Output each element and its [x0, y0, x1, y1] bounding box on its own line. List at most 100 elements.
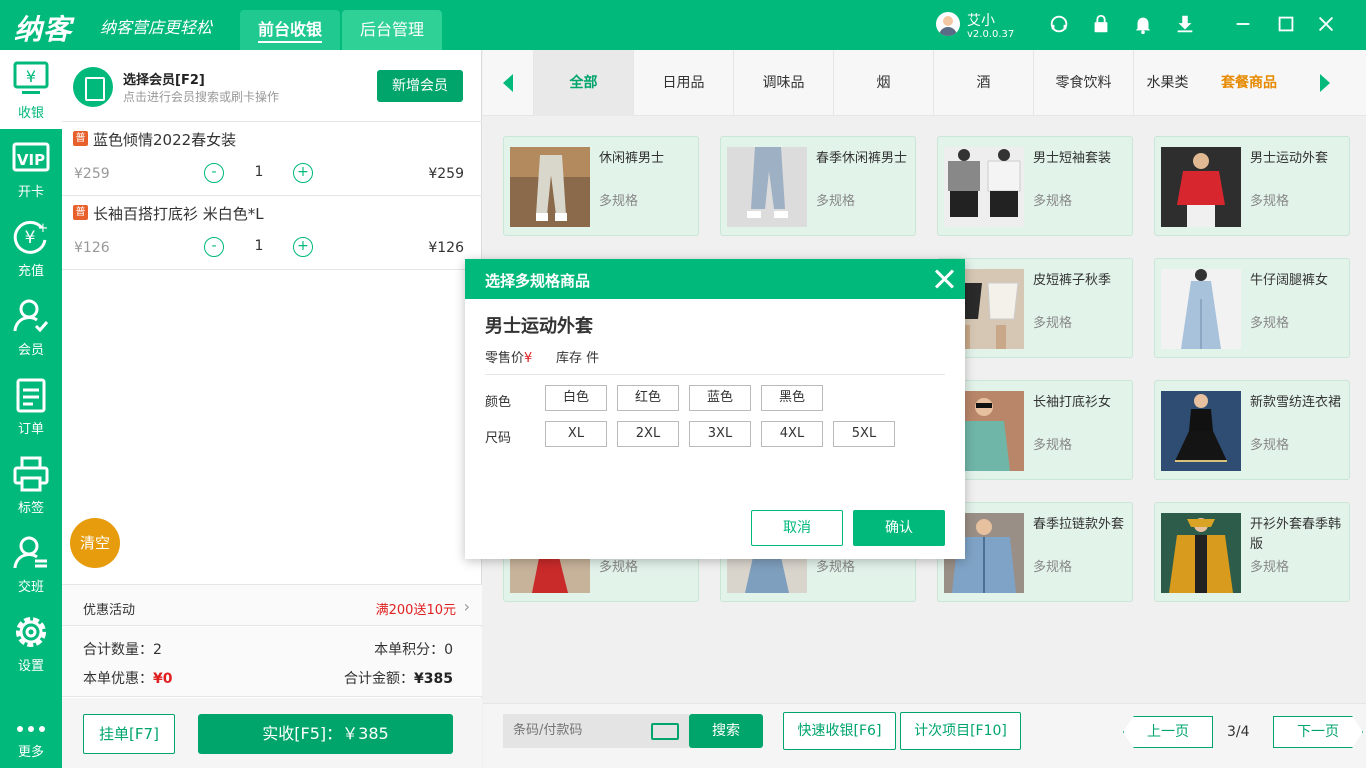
download-icon[interactable]: [1174, 13, 1196, 35]
sidebar-item-order[interactable]: 订单: [0, 366, 62, 445]
confirm-button[interactable]: 确认: [853, 510, 945, 546]
total-qty: 合计数量：2: [83, 639, 162, 659]
sidebar-item-label-print[interactable]: 标签: [0, 445, 62, 524]
sidebar-item-more[interactable]: 更多: [0, 689, 62, 768]
order-total: 合计金额：¥385: [344, 668, 453, 688]
size-option[interactable]: 4XL: [761, 421, 823, 447]
bell-icon[interactable]: [1132, 13, 1154, 35]
sidebar-item-settings[interactable]: 设置: [0, 603, 62, 682]
cart-item-qty: 1: [254, 164, 264, 180]
category-tab-combo[interactable]: 套餐商品: [1221, 50, 1277, 116]
product-name: 休闲裤男士: [599, 151, 665, 166]
increase-qty-button[interactable]: +: [293, 237, 313, 257]
hold-order-button[interactable]: 挂单[F7]: [83, 714, 175, 754]
product-name: 牛仔阔腿裤女: [1250, 273, 1329, 288]
sidebar-item-label: 收银: [17, 106, 44, 121]
sidebar-item-open-card[interactable]: VIP 开卡: [0, 129, 62, 208]
next-page-button[interactable]: 下一页: [1273, 716, 1363, 748]
minimize-icon[interactable]: [1232, 13, 1254, 35]
decrease-qty-button[interactable]: -: [204, 237, 224, 257]
pay-button[interactable]: 实收[F5]：￥385: [198, 714, 453, 754]
cart-item[interactable]: 普 蓝色倾情2022春女装 ¥259 - 1 + ¥259: [62, 122, 482, 196]
member-select[interactable]: 选择会员[F2] 点击进行会员搜索或刷卡操作 新增会员: [62, 50, 482, 122]
product-card[interactable]: 男士短袖套装 多规格: [937, 136, 1133, 236]
product-card[interactable]: 休闲裤男士 多规格: [503, 136, 699, 236]
category-tab[interactable]: 全部: [533, 50, 633, 116]
cancel-button[interactable]: 取消: [751, 510, 843, 546]
size-label: 尺码: [485, 431, 512, 446]
category-next-arrow-icon[interactable]: [1300, 50, 1350, 116]
size-option[interactable]: 5XL: [833, 421, 895, 447]
category-tab[interactable]: 水果类: [1133, 50, 1201, 116]
gear-icon: [16, 617, 46, 647]
sidebar-item-recharge[interactable]: ¥ + 充值: [0, 208, 62, 287]
size-option[interactable]: 2XL: [617, 421, 679, 447]
sidebar-item-label: 设置: [17, 659, 44, 674]
order-points: 本单积分：0: [374, 639, 453, 659]
cart-item[interactable]: 普 长袖百搭打底衫 米白色*L ¥126 - 1 + ¥126: [62, 196, 482, 270]
product-card[interactable]: 新款雪纺连衣裙 多规格: [1154, 380, 1350, 480]
tab-front-cashier[interactable]: 前台收银: [240, 10, 340, 50]
order-summary: 合计数量：2 本单积分：0 本单优惠：¥0 合计金额：¥385: [62, 627, 482, 697]
product-spec: 多规格: [599, 194, 639, 209]
product-spec: 多规格: [1250, 560, 1290, 575]
prev-page-button[interactable]: 上一页: [1123, 716, 1213, 748]
close-icon[interactable]: [933, 267, 957, 291]
maximize-icon[interactable]: [1275, 13, 1297, 35]
chevron-right-icon: ›: [463, 597, 470, 616]
product-card[interactable]: 牛仔阔腿裤女 多规格: [1154, 258, 1350, 358]
product-spec: 多规格: [1250, 316, 1290, 331]
close-icon[interactable]: [1315, 13, 1337, 35]
cart-panel: 选择会员[F2] 点击进行会员搜索或刷卡操作 新增会员 普 蓝色倾情2022春女…: [62, 50, 482, 768]
clear-cart-button[interactable]: 清空: [70, 518, 120, 568]
product-card[interactable]: 皮短裤子秋季 多规格: [937, 258, 1133, 358]
product-card[interactable]: 开衫外套春季韩版 多规格: [1154, 502, 1350, 602]
bottom-bar: 搜索 快速收银[F6] 计次项目[F10] 上一页 3/4 下一页: [483, 703, 1366, 768]
color-option[interactable]: 白色: [545, 385, 607, 411]
search-button[interactable]: 搜索: [689, 714, 763, 748]
decrease-qty-button[interactable]: -: [204, 163, 224, 183]
promo-row[interactable]: 优惠活动 满200送10元 ›: [62, 584, 482, 626]
barcode-input[interactable]: [513, 723, 643, 738]
quick-pay-button[interactable]: 快速收银[F6]: [783, 712, 896, 750]
category-tab[interactable]: 调味品: [733, 50, 833, 116]
lock-icon[interactable]: [1090, 13, 1112, 35]
barcode-field[interactable]: [503, 714, 689, 748]
product-card[interactable]: 春季拉链款外套 多规格: [937, 502, 1133, 602]
dialog-product-name: 男士运动外套: [485, 316, 593, 337]
sidebar-item-label: 会员: [17, 343, 44, 358]
cart-footer: 挂单[F7] 实收[F5]：￥385: [62, 698, 482, 768]
printer-icon: [13, 456, 49, 492]
keyboard-icon[interactable]: [651, 723, 679, 740]
product-name: 皮短裤子秋季: [1033, 273, 1112, 288]
category-tab[interactable]: 零食饮料: [1033, 50, 1133, 116]
category-tab[interactable]: 酒: [933, 50, 1033, 116]
count-items-button[interactable]: 计次项目[F10]: [900, 712, 1021, 750]
sidebar-item-cashier[interactable]: ¥ 收银: [0, 50, 62, 129]
stock-label: 库存 件: [556, 351, 600, 366]
product-name: 春季休闲裤男士: [816, 151, 908, 166]
product-card[interactable]: 春季休闲裤男士 多规格: [720, 136, 916, 236]
cart-item-price: ¥126: [74, 240, 110, 256]
category-prev-arrow-icon[interactable]: [483, 50, 533, 116]
category-tab[interactable]: 烟: [833, 50, 933, 116]
category-tab[interactable]: 日用品: [633, 50, 733, 116]
promo-label: 优惠活动: [83, 603, 136, 618]
add-member-button[interactable]: 新增会员: [377, 70, 463, 102]
color-option[interactable]: 红色: [617, 385, 679, 411]
sidebar-item-member[interactable]: 会员: [0, 287, 62, 366]
app-logo: 纳客: [14, 13, 73, 46]
color-option[interactable]: 蓝色: [689, 385, 751, 411]
product-card[interactable]: 长袖打底衫女 多规格: [937, 380, 1133, 480]
product-name: 男士运动外套: [1250, 151, 1329, 166]
product-card[interactable]: 男士运动外套 多规格: [1154, 136, 1350, 236]
color-label: 颜色: [485, 395, 512, 410]
increase-qty-button[interactable]: +: [293, 163, 313, 183]
size-option[interactable]: XL: [545, 421, 607, 447]
tab-back-admin[interactable]: 后台管理: [342, 10, 442, 50]
support-icon[interactable]: [1048, 13, 1070, 35]
sidebar-item-label: 订单: [17, 422, 44, 437]
sidebar-item-shift[interactable]: 交班: [0, 524, 62, 603]
color-option[interactable]: 黑色: [761, 385, 823, 411]
size-option[interactable]: 3XL: [689, 421, 751, 447]
